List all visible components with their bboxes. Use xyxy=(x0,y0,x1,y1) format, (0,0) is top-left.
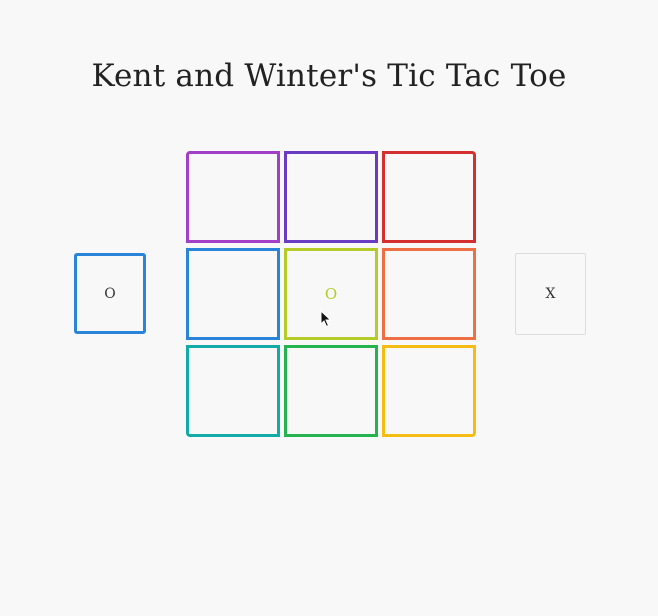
player-o-indicator: O xyxy=(74,253,146,334)
game-title: Kent and Winter's Tic Tac Toe xyxy=(91,58,567,94)
board-cell-1[interactable] xyxy=(186,151,280,243)
player-x-indicator: X xyxy=(515,253,586,335)
board-cell-2[interactable] xyxy=(284,151,378,243)
game-board: O xyxy=(186,151,476,438)
board-cell-7[interactable] xyxy=(186,345,280,437)
game-page: Kent and Winter's Tic Tac Toe O O X xyxy=(0,0,658,616)
board-cell-9[interactable] xyxy=(382,345,476,437)
board-cell-6[interactable] xyxy=(382,248,476,340)
board-cell-4[interactable] xyxy=(186,248,280,340)
mouse-cursor-icon xyxy=(320,310,332,328)
board-cell-8[interactable] xyxy=(284,345,378,437)
board-cell-3[interactable] xyxy=(382,151,476,243)
